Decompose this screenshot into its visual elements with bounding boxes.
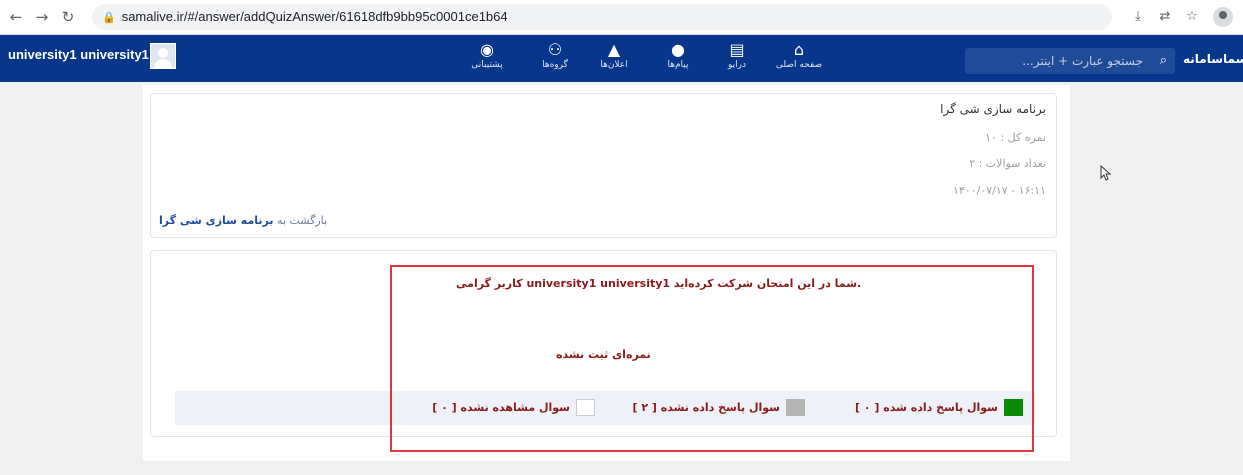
nav-support-label: پشتیبانی: [471, 60, 503, 70]
quiz-total-score: نمره کل : ۱۰: [985, 131, 1046, 144]
address-bar[interactable]: 🔒 samalive.ir/#/answer/addQuizAnswer/6161…: [92, 4, 1112, 30]
nav-messages-label: پیام‌ها: [667, 60, 689, 70]
nav-drive[interactable]: ▤ درایو: [707, 41, 767, 71]
breadcrumb: بازگشت به برنامه سازی شی گرا: [159, 214, 327, 227]
quiz-info-card: برنامه سازی شی گرا نمره کل : ۱۰ تعداد سو…: [150, 93, 1057, 238]
quiz-question-count: تعداد سوالات : ۲: [969, 157, 1046, 170]
nav-drive-label: درایو: [727, 60, 746, 70]
url-text: samalive.ir/#/answer/addQuizAnswer/61618…: [121, 9, 508, 24]
avatar[interactable]: [150, 43, 176, 69]
back-arrow-icon[interactable]: ←: [8, 9, 24, 25]
search-input[interactable]: جستجو عبارت + اینتر... ⌕: [965, 48, 1175, 74]
user-menu[interactable]: university1 university1 ⌄: [8, 47, 167, 62]
translate-icon[interactable]: ⇄: [1157, 9, 1173, 25]
forward-arrow-icon[interactable]: →: [34, 9, 50, 25]
browser-toolbar: ← → ↻ 🔒 samalive.ir/#/answer/addQuizAnswe…: [0, 0, 1243, 35]
star-icon[interactable]: ☆: [1184, 9, 1200, 25]
chat-icon: ●: [671, 40, 685, 59]
nav-notifications-label: اعلان‌ها: [600, 60, 628, 70]
back-prefix: بازگشت به: [277, 214, 328, 227]
lock-icon: 🔒: [102, 12, 116, 24]
home-icon: ⌂: [793, 40, 805, 59]
groups-icon: ⚇: [547, 40, 563, 59]
nav-support[interactable]: ◉ پشتیبانی: [457, 41, 517, 71]
highlight-frame: [390, 265, 1034, 452]
nav-messages[interactable]: ● پیام‌ها: [648, 41, 708, 71]
bell-icon: ▲: [607, 40, 621, 59]
quiz-title: برنامه سازی شی گرا: [940, 102, 1046, 116]
nav-home[interactable]: ⌂ صفحه اصلی: [769, 41, 829, 71]
nav-groups-label: گروه‌ها: [542, 60, 568, 70]
user-name: university1 university1: [8, 47, 149, 62]
nav-home-label: صفحه اصلی: [775, 60, 823, 70]
drive-icon: ▤: [729, 40, 745, 59]
nav-notifications[interactable]: ▲ اعلان‌ها: [584, 41, 644, 71]
search-placeholder: جستجو عبارت + اینتر...: [1022, 54, 1143, 68]
back-link[interactable]: برنامه سازی شی گرا: [159, 214, 274, 227]
mouse-cursor-icon: [1100, 165, 1112, 181]
rss-icon: ◉: [480, 40, 494, 59]
install-icon[interactable]: ⤓: [1130, 9, 1146, 25]
search-icon[interactable]: ⌕: [1160, 48, 1167, 74]
logo[interactable]: سماسامانه: [1183, 52, 1243, 66]
reload-icon[interactable]: ↻: [60, 9, 76, 25]
quiz-datetime: ۱۶:۱۱ - ۱۴۰۰/۰۷/۱۷: [953, 184, 1046, 197]
profile-icon[interactable]: [1213, 7, 1233, 27]
site-header: university1 university1 ⌄ ◉ پشتیبانی ⚇ گ…: [0, 35, 1243, 82]
nav-groups[interactable]: ⚇ گروه‌ها: [525, 41, 585, 71]
